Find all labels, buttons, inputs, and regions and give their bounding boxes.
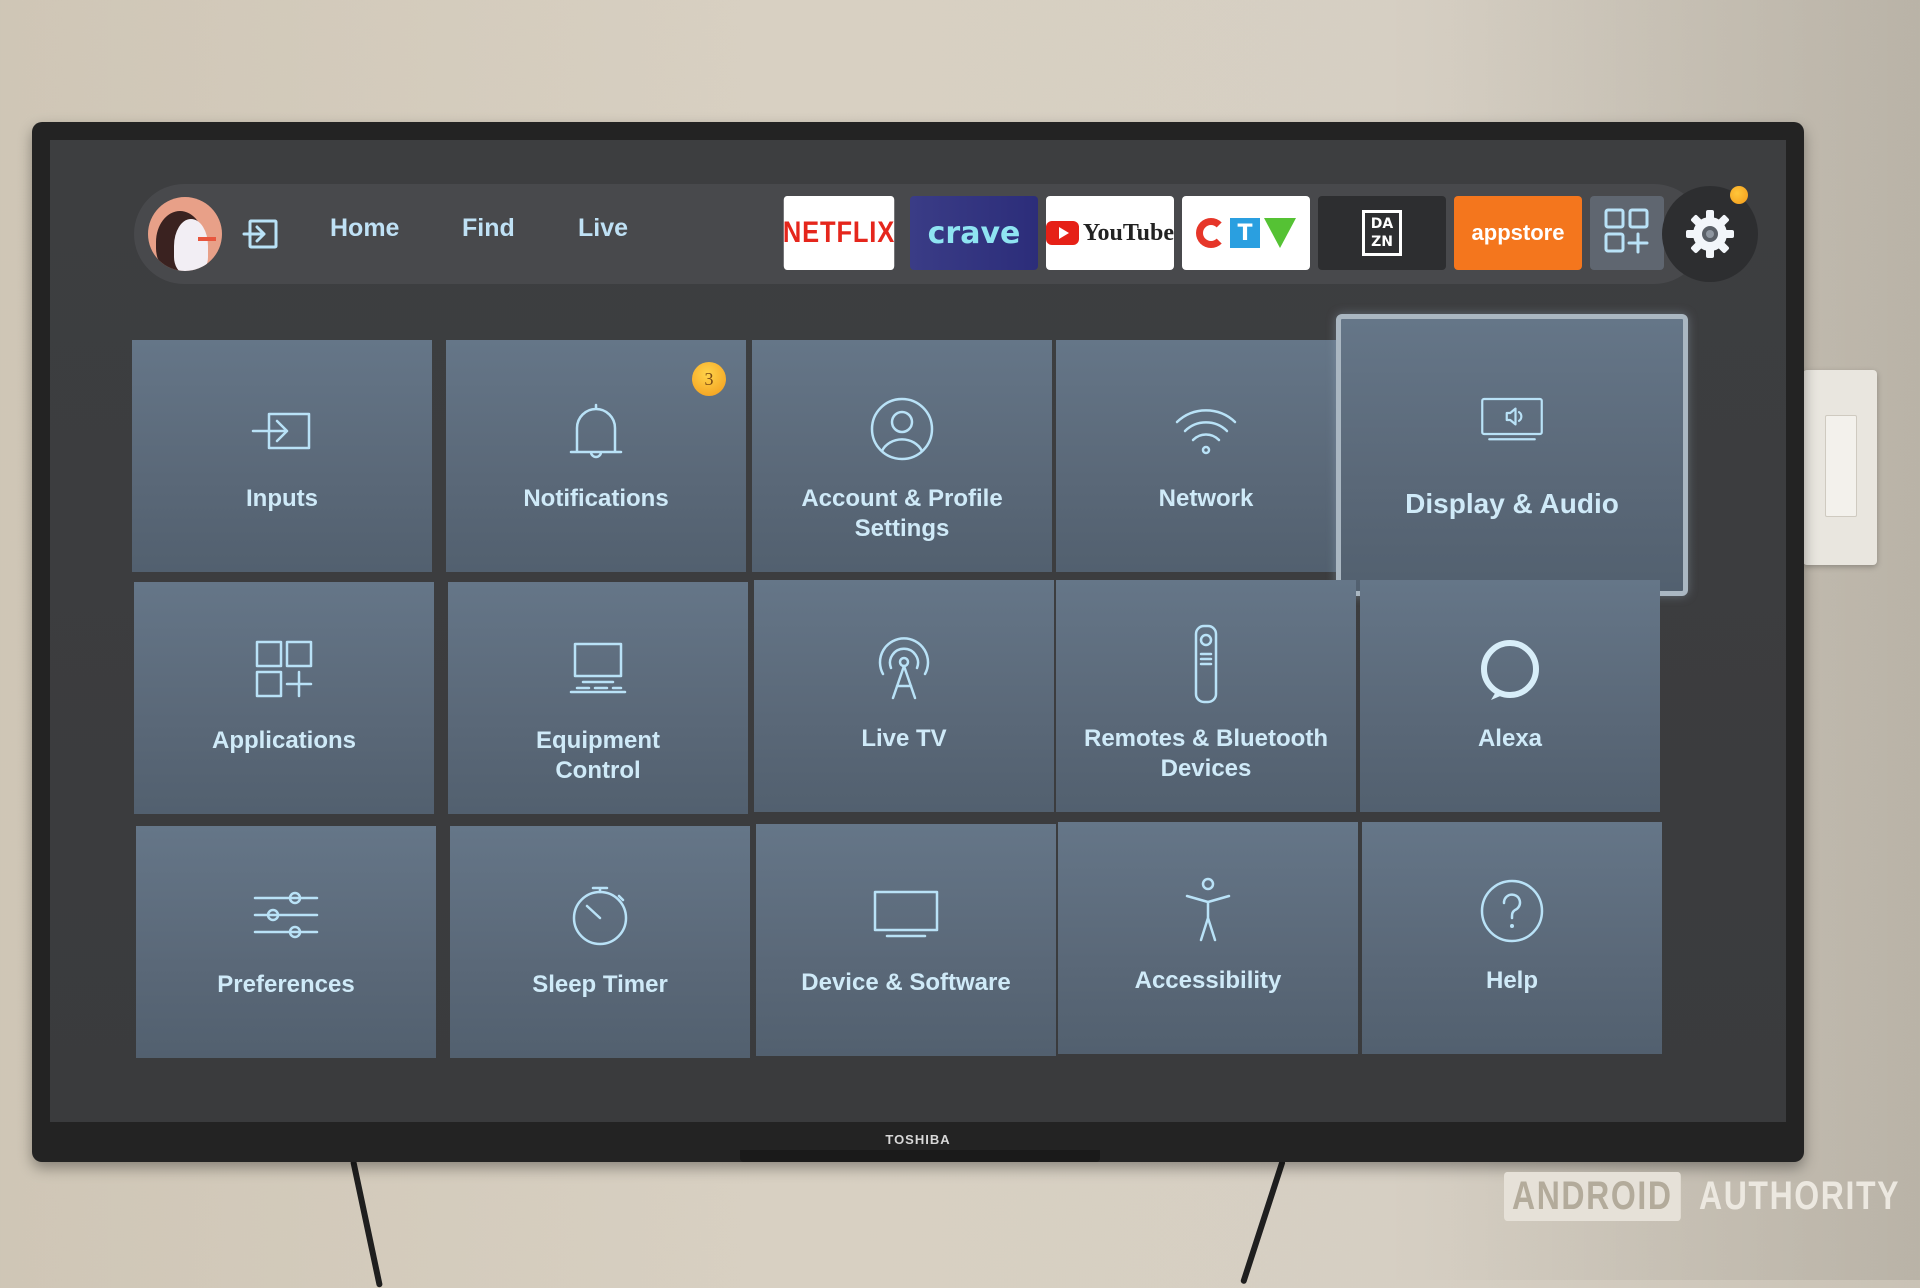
youtube-play-icon bbox=[1046, 221, 1079, 245]
profile-icon bbox=[867, 394, 937, 464]
youtube-logo: YouTube bbox=[1082, 219, 1174, 246]
tile-label: Inputs bbox=[246, 485, 318, 512]
display-audio-icon bbox=[1477, 385, 1547, 455]
tile-label: Display & Audio bbox=[1405, 488, 1619, 519]
cable-left bbox=[350, 1159, 383, 1288]
timer-icon bbox=[565, 880, 635, 950]
tile-device-software[interactable]: Device & Software bbox=[756, 824, 1056, 1056]
tile-label: Alexa bbox=[1477, 725, 1543, 752]
light-switch-rocker bbox=[1825, 415, 1857, 517]
netflix-logo: NETFLIX bbox=[782, 216, 896, 249]
tile-alexa[interactable]: Alexa bbox=[1360, 580, 1660, 812]
light-switch bbox=[1803, 370, 1877, 565]
tv-brand-logo: TOSHIBA bbox=[885, 1132, 951, 1147]
sliders-icon bbox=[251, 880, 321, 950]
profile-avatar[interactable] bbox=[148, 197, 222, 271]
app-appstore[interactable]: appstore bbox=[1454, 196, 1582, 270]
tile-preferences[interactable]: Preferences bbox=[136, 826, 436, 1058]
tv-stand-bar bbox=[740, 1150, 1100, 1162]
tile-label: Remotes & Bluetooth Devices bbox=[1083, 725, 1328, 782]
help-icon bbox=[1477, 876, 1547, 946]
dazn-logo: DA ZN bbox=[1362, 210, 1402, 256]
remote-icon bbox=[1171, 624, 1241, 704]
tile-label: Applications bbox=[211, 727, 356, 754]
top-navigation-bar: Home Find Live NETFLIX crave YouTube T D… bbox=[134, 184, 1758, 284]
app-netflix[interactable]: NETFLIX bbox=[782, 196, 896, 270]
gear-icon bbox=[1686, 210, 1734, 258]
tile-help[interactable]: Help bbox=[1362, 822, 1662, 1054]
watermark: ANDROID AUTHORITY bbox=[1504, 1172, 1920, 1221]
apps-icon bbox=[249, 636, 319, 706]
tile-sleep-timer[interactable]: Sleep Timer bbox=[450, 826, 750, 1058]
antenna-icon bbox=[869, 634, 939, 704]
tile-equipment-control[interactable]: Equipment Control bbox=[448, 582, 748, 814]
tile-display-audio[interactable]: Display & Audio bbox=[1336, 314, 1688, 596]
nav-live[interactable]: Live bbox=[578, 214, 628, 243]
app-crave[interactable]: crave bbox=[910, 196, 1038, 270]
ctv-t-mark: T bbox=[1230, 218, 1260, 248]
watermark-boxed-text: ANDROID bbox=[1504, 1172, 1681, 1221]
tile-label: Sleep Timer bbox=[532, 971, 668, 998]
tile-label: Notifications bbox=[523, 485, 669, 512]
ctv-v-mark bbox=[1264, 218, 1296, 248]
app-youtube[interactable]: YouTube bbox=[1046, 196, 1174, 270]
tile-remotes-bluetooth[interactable]: Remotes & Bluetooth Devices bbox=[1056, 580, 1356, 812]
tile-label: Help bbox=[1485, 967, 1538, 994]
notification-count-badge: 3 bbox=[692, 362, 726, 396]
tile-notifications[interactable]: 3 Notifications bbox=[446, 340, 746, 572]
input-icon bbox=[247, 394, 317, 464]
tile-inputs[interactable]: Inputs bbox=[132, 340, 432, 572]
accessibility-icon bbox=[1173, 876, 1243, 946]
appstore-logo: appstore bbox=[1471, 220, 1565, 245]
tile-network[interactable]: Network bbox=[1056, 340, 1356, 572]
crave-logo: crave bbox=[927, 215, 1021, 251]
tile-applications[interactable]: Applications bbox=[134, 582, 434, 814]
apps-grid-icon bbox=[1604, 208, 1649, 254]
cable-right bbox=[1239, 1159, 1286, 1285]
settings-notification-dot bbox=[1730, 186, 1748, 204]
nav-home[interactable]: Home bbox=[330, 214, 399, 243]
avatar-penguin-face bbox=[174, 219, 208, 271]
tile-label: Device & Software bbox=[801, 969, 1011, 996]
wifi-icon bbox=[1171, 394, 1241, 464]
tile-accessibility[interactable]: Accessibility bbox=[1058, 822, 1358, 1054]
tile-label: Preferences bbox=[217, 971, 355, 998]
tile-label: Live TV bbox=[861, 725, 947, 752]
tile-label: Equipment Control bbox=[536, 727, 660, 784]
tile-live-tv[interactable]: Live TV bbox=[754, 580, 1054, 812]
tv-bezel: Home Find Live NETFLIX crave YouTube T D… bbox=[32, 122, 1804, 1162]
nav-find[interactable]: Find bbox=[462, 214, 515, 243]
equipment-icon bbox=[563, 636, 633, 706]
avatar-penguin-beak bbox=[198, 237, 216, 241]
tile-label: Network bbox=[1158, 485, 1254, 512]
tile-label: Accessibility bbox=[1134, 967, 1282, 994]
app-dazn[interactable]: DA ZN bbox=[1318, 196, 1446, 270]
tv-screen: Home Find Live NETFLIX crave YouTube T D… bbox=[50, 140, 1786, 1122]
all-apps-button[interactable] bbox=[1590, 196, 1664, 270]
tile-label: Account & Profile Settings bbox=[801, 485, 1003, 542]
watermark-text: AUTHORITY bbox=[1698, 1174, 1900, 1218]
tile-account-profile-settings[interactable]: Account & Profile Settings bbox=[752, 340, 1052, 572]
bell-icon bbox=[561, 394, 631, 464]
monitor-icon bbox=[871, 878, 941, 948]
alexa-icon bbox=[1475, 634, 1545, 704]
app-ctv[interactable]: T bbox=[1182, 196, 1310, 270]
input-switch-icon[interactable] bbox=[242, 215, 280, 253]
ctv-c-mark bbox=[1196, 218, 1226, 248]
